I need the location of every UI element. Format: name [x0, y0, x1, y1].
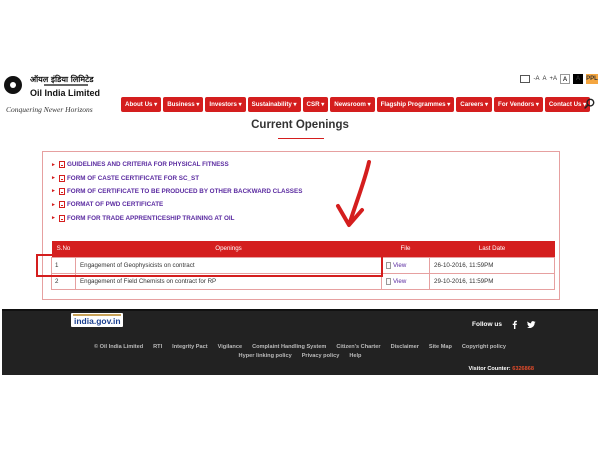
- table-row: 1 Engagement of Geophysicists on contrac…: [51, 256, 555, 274]
- footer-top-border: [2, 309, 598, 311]
- footer-link-integrity-pact[interactable]: Integrity Pact: [172, 344, 207, 350]
- pdf-file-icon: [58, 174, 65, 182]
- column-header-last-date: Last Date: [429, 241, 555, 257]
- column-header-sno: S.No: [51, 241, 76, 257]
- font-decrease-button[interactable]: -A: [533, 74, 539, 84]
- openings-panel: ► GUIDELINES AND CRITERIA FOR PHYSICAL F…: [42, 151, 560, 300]
- bullet-arrow-icon: ►: [51, 161, 56, 168]
- footer-link-rti[interactable]: RTI: [153, 344, 162, 350]
- font-normal-button[interactable]: A: [542, 74, 546, 84]
- footer-link-complaint-handling[interactable]: Complaint Handling System: [252, 344, 326, 350]
- nav-item-flagship-programmes[interactable]: Flagship Programmes: [376, 97, 455, 112]
- logo-tagline: Conquering Newer Horizons: [6, 105, 93, 114]
- document-link[interactable]: ► FORM FOR TRADE APPRENTICESHIP TRAINING…: [51, 212, 302, 225]
- footer-link-citizens-charter[interactable]: Citizen's Charter: [336, 344, 380, 350]
- footer-link-site-map[interactable]: Site Map: [429, 344, 452, 350]
- pdf-file-icon: [58, 161, 65, 169]
- footer-link-help[interactable]: Help: [349, 353, 361, 359]
- oil-india-logo-icon: [4, 76, 22, 94]
- table-header-row: S.No Openings File Last Date: [51, 241, 555, 257]
- footer-link-disclaimer[interactable]: Disclaimer: [391, 344, 419, 350]
- pdf-file-icon: [58, 187, 65, 195]
- nav-item-investors[interactable]: Investors: [205, 97, 246, 112]
- facebook-icon[interactable]: [510, 320, 519, 329]
- bullet-arrow-icon: ►: [51, 175, 56, 182]
- footer-copyright: © Oil India Limited: [93, 344, 144, 350]
- theme-white-button[interactable]: A: [560, 74, 570, 84]
- pdf-file-icon: [58, 214, 65, 222]
- site-footer: india.gov.in Follow us © Oil India Limit…: [2, 309, 598, 375]
- cell-sno: 1: [51, 256, 76, 274]
- nav-item-for-vendors[interactable]: For Vendors: [494, 97, 543, 112]
- follow-us-section: Follow us: [472, 320, 536, 329]
- view-file-label: View: [393, 261, 407, 269]
- visitor-counter-label: Visitor Counter:: [468, 366, 511, 372]
- nav-item-about-us[interactable]: About Us: [121, 97, 162, 112]
- footer-link-privacy-policy[interactable]: Privacy policy: [302, 353, 340, 359]
- view-file-label: View: [393, 277, 407, 285]
- visitor-counter: Visitor Counter: 6326868: [468, 366, 534, 372]
- footer-links-row-2: Hyper linking policy Privacy policy Help: [2, 353, 598, 359]
- footer-link-vigilance[interactable]: Vigilance: [218, 344, 242, 350]
- cell-opening: Engagement of Geophysicists on contract: [75, 256, 382, 274]
- document-list: ► GUIDELINES AND CRITERIA FOR PHYSICAL F…: [51, 158, 302, 225]
- twitter-icon[interactable]: [526, 320, 536, 329]
- openings-table: S.No Openings File Last Date 1 Engagemen…: [51, 241, 555, 290]
- document-icon: [386, 277, 391, 285]
- site-logo[interactable]: ऑयल इंडिया लिमिटेड Oil India Limited Con…: [4, 72, 114, 116]
- cell-opening: Engagement of Field Chemists on contract…: [75, 272, 382, 290]
- document-link-label: FORMAT OF PWD CERTIFICATE: [66, 201, 164, 209]
- nav-item-sustainability[interactable]: Sustainability: [247, 97, 301, 112]
- nav-item-newsroom[interactable]: Newsroom: [330, 97, 375, 112]
- bullet-arrow-icon: ►: [51, 188, 56, 195]
- logo-english-text: Oil India Limited: [30, 88, 101, 98]
- nav-item-business[interactable]: Business: [163, 97, 204, 112]
- view-file-link[interactable]: View: [386, 277, 429, 285]
- footer-link-copyright-policy[interactable]: Copyright policy: [462, 344, 506, 350]
- table-row: 2 Engagement of Field Chemists on contra…: [51, 272, 555, 290]
- bullet-arrow-icon: ►: [51, 215, 56, 222]
- screen-reader-icon[interactable]: [520, 75, 531, 83]
- follow-us-label: Follow us: [472, 321, 502, 328]
- theme-orange-button[interactable]: PPL: [586, 74, 598, 84]
- page-title: Current Openings: [251, 119, 349, 131]
- view-file-link[interactable]: View: [386, 261, 429, 269]
- document-icon: [386, 261, 391, 269]
- cell-last-date: 26-10-2016, 11:59PM: [429, 256, 555, 274]
- theme-black-button[interactable]: A: [573, 74, 583, 84]
- document-link[interactable]: ► GUIDELINES AND CRITERIA FOR PHYSICAL F…: [51, 158, 302, 171]
- document-link[interactable]: ► FORMAT OF PWD CERTIFICATE: [51, 198, 302, 211]
- document-link-label: FORM OF CERTIFICATE TO BE PRODUCED BY OT…: [66, 187, 303, 195]
- column-header-openings: Openings: [75, 241, 382, 257]
- nav-item-careers[interactable]: Careers: [456, 97, 493, 112]
- footer-links-row: © Oil India Limited RTI Integrity Pact V…: [2, 344, 598, 350]
- search-icon[interactable]: [584, 98, 595, 109]
- accessibility-bar: -A A +A A A PPL: [520, 74, 598, 84]
- document-link[interactable]: ► FORM OF CERTIFICATE TO BE PRODUCED BY …: [51, 185, 302, 198]
- title-underline: [278, 138, 324, 139]
- font-increase-button[interactable]: +A: [549, 74, 557, 84]
- bullet-arrow-icon: ►: [51, 201, 56, 208]
- pdf-file-icon: [58, 201, 65, 209]
- document-link-label: FORM FOR TRADE APPRENTICESHIP TRAINING A…: [66, 214, 235, 222]
- india-gov-logo[interactable]: india.gov.in: [71, 313, 123, 327]
- india-gov-text: india.gov.in: [74, 316, 121, 326]
- document-link[interactable]: ► FORM OF CASTE CERTIFICATE FOR SC_ST: [51, 171, 302, 184]
- cell-file: View: [381, 256, 430, 274]
- document-link-label: GUIDELINES AND CRITERIA FOR PHYSICAL FIT…: [66, 161, 229, 169]
- annotation-arrow-icon: [336, 160, 371, 227]
- nav-item-csr[interactable]: CSR: [302, 97, 329, 112]
- visitor-counter-value: 6326868: [512, 366, 534, 372]
- cell-last-date: 29-10-2016, 11:59PM: [429, 272, 555, 290]
- cell-file: View: [381, 272, 430, 290]
- footer-link-hyperlinking-policy[interactable]: Hyper linking policy: [239, 353, 292, 359]
- cell-sno: 2: [51, 272, 76, 290]
- main-nav: About Us Business Investors Sustainabili…: [121, 97, 591, 112]
- column-header-file: File: [381, 241, 430, 257]
- logo-divider: [44, 84, 88, 86]
- document-link-label: FORM OF CASTE CERTIFICATE FOR SC_ST: [66, 174, 200, 182]
